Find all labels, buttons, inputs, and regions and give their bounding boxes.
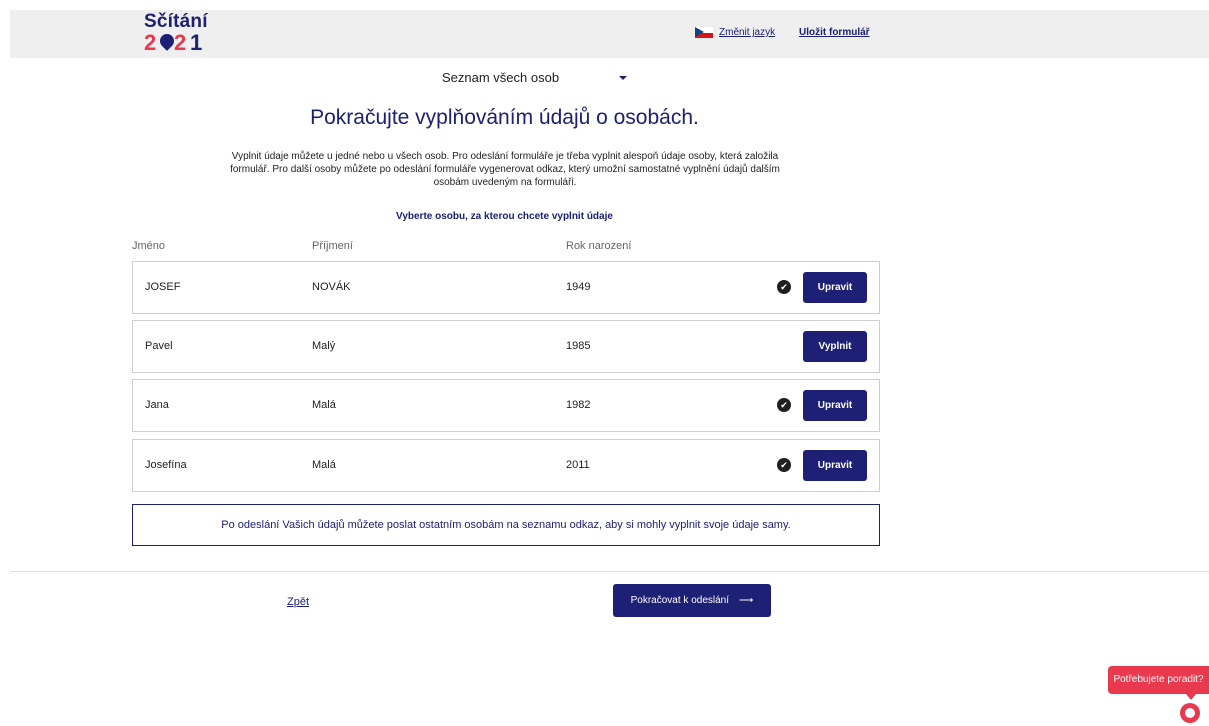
save-form-link[interactable]: Uložit formulář [799, 27, 870, 38]
chevron-down-icon [619, 75, 628, 80]
person-row: Jana Malá 1982 ✔ Upravit [132, 379, 880, 432]
help-bubble-tail [1186, 694, 1196, 700]
edit-person-button[interactable]: Upravit [803, 272, 867, 303]
person-row: Josefína Malá 2011 ✔ Upravit [132, 439, 880, 492]
continue-label: Pokračovat k odeslání [630, 595, 730, 606]
czech-flag-icon [695, 27, 713, 38]
help-bubble[interactable]: Potřebujete poradit? [1108, 666, 1209, 694]
person-birth-year: 2011 [566, 459, 590, 471]
edit-person-button[interactable]: Upravit [803, 450, 867, 481]
header: Sčítání 2 2 1 Změnit jazyk Uložit formul… [10, 10, 1209, 58]
person-first-name: Pavel [145, 340, 173, 352]
person-first-name: JOSEF [145, 281, 181, 293]
section-subtitle: Vyberte osobu, za kterou chcete vyplnit … [396, 211, 613, 222]
census-logo[interactable]: Sčítání 2 2 1 [144, 12, 214, 54]
person-birth-year: 1982 [566, 399, 591, 411]
page-title: Pokračujte vyplňováním údajů o osobách. [310, 106, 699, 129]
fill-person-button[interactable]: Vyplnit [803, 331, 867, 362]
person-first-name: Jana [145, 399, 169, 411]
change-language-label: Změnit jazyk [719, 27, 776, 38]
logo-digit: 2 [174, 30, 187, 55]
divider [10, 571, 1209, 572]
check-icon: ✔ [777, 458, 791, 472]
column-header-last-name: Příjmení [312, 240, 353, 252]
check-icon: ✔ [777, 398, 791, 412]
person-select-value: Seznam všech osob [442, 70, 560, 85]
person-birth-year: 1985 [566, 340, 591, 352]
edit-person-button[interactable]: Upravit [803, 390, 867, 421]
arrow-right-icon: ⟶ [739, 595, 754, 606]
intro-text: Vyplnit údaje můžete u jedné nebo u všec… [230, 151, 780, 188]
logo-digit: 2 [144, 30, 157, 55]
person-first-name: Josefína [145, 459, 187, 471]
person-select[interactable]: Seznam všech osob [442, 70, 628, 85]
back-link[interactable]: Zpět [287, 596, 309, 608]
person-row: JOSEF NOVÁK 1949 ✔ Upravit [132, 261, 880, 314]
help-chat-icon[interactable] [1180, 703, 1200, 723]
change-language-link[interactable]: Změnit jazyk [695, 27, 775, 38]
column-header-first-name: Jméno [132, 240, 166, 252]
logo-year: 2 2 1 [144, 30, 214, 55]
person-last-name: Malá [312, 459, 336, 471]
person-row: Pavel Malý 1985 Vyplnit [132, 320, 880, 373]
column-header-birth-year: Rok narození [566, 240, 632, 252]
person-last-name: Malý [312, 340, 336, 352]
continue-to-submit-button[interactable]: Pokračovat k odeslání ⟶ [613, 584, 771, 617]
logo-digit: 1 [190, 30, 203, 55]
person-last-name: Malá [312, 399, 336, 411]
logo-title: Sčítání [144, 11, 208, 32]
info-box: Po odeslání Vašich údajů můžete poslat o… [132, 504, 880, 546]
check-icon: ✔ [777, 280, 791, 294]
person-birth-year: 1949 [566, 281, 591, 293]
person-last-name: NOVÁK [312, 281, 351, 293]
